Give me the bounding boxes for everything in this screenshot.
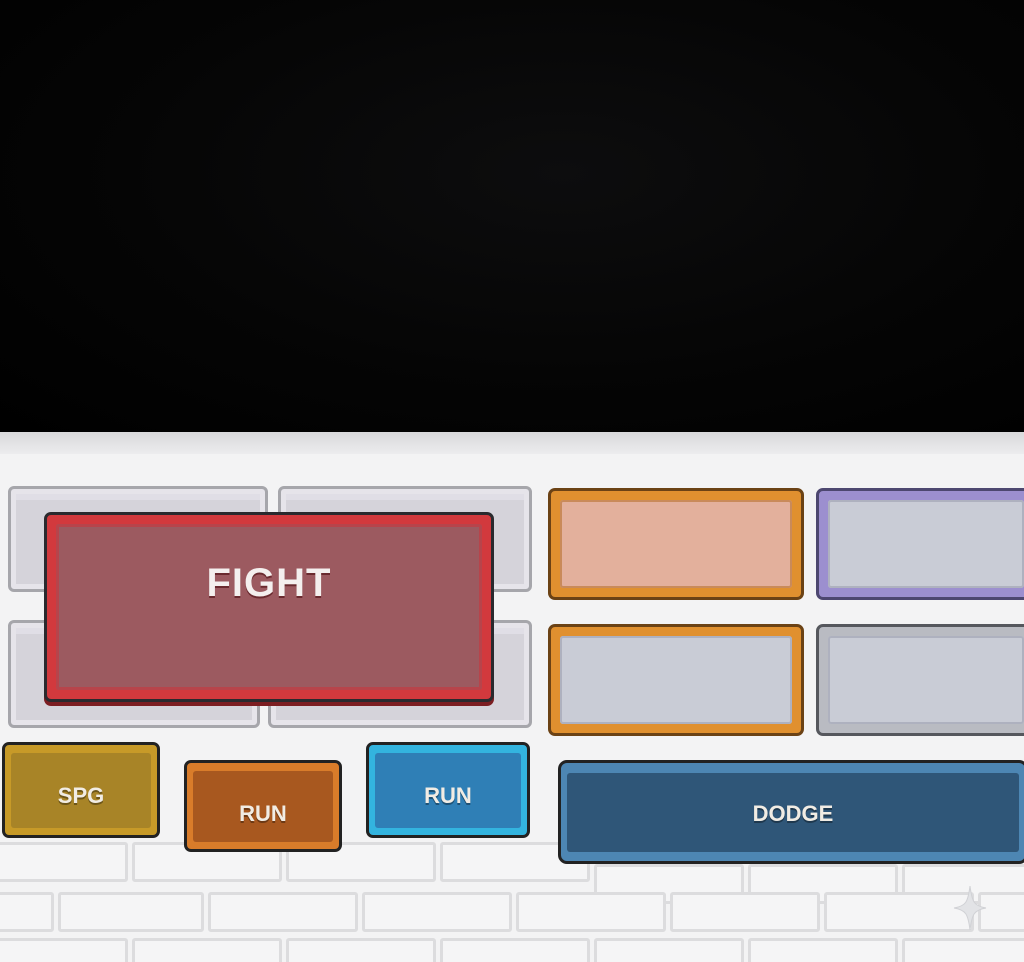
brick <box>748 938 898 962</box>
run-blue-label: RUN <box>424 783 472 808</box>
brick <box>516 892 666 932</box>
run-button-orange[interactable]: RUN <box>184 760 342 852</box>
panel-top-edge <box>0 432 1024 454</box>
spg-button[interactable]: SPG <box>2 742 160 838</box>
brick <box>362 892 512 932</box>
sparkle-icon <box>953 885 987 931</box>
run-orange-label: RUN <box>239 801 287 826</box>
brick <box>286 938 436 962</box>
skill-slot-orange-bottom[interactable] <box>548 624 804 736</box>
skill-slot-face <box>560 500 792 588</box>
fight-button-face <box>56 524 482 690</box>
brick <box>0 842 128 882</box>
brick <box>440 938 590 962</box>
skill-slot-face <box>828 500 1024 588</box>
skill-slot-purple-top[interactable] <box>816 488 1024 600</box>
action-panel: FIGHT SPG RUN RUN DODGE <box>0 432 1024 962</box>
fight-label: FIGHT <box>206 561 332 605</box>
skill-slot-face <box>828 636 1024 724</box>
brick <box>670 892 820 932</box>
brick <box>0 938 128 962</box>
dodge-button[interactable]: DODGE <box>558 760 1024 864</box>
brick <box>132 938 282 962</box>
brick <box>58 892 204 932</box>
brick <box>208 892 358 932</box>
brick <box>594 938 744 962</box>
brick <box>902 938 1024 962</box>
spg-label: SPG <box>57 783 105 808</box>
dodge-label: DODGE <box>752 801 834 826</box>
game-viewport <box>0 0 1024 432</box>
skill-slot-grey-bottom[interactable] <box>816 624 1024 736</box>
skill-slot-orange-top[interactable] <box>548 488 804 600</box>
skill-slot-face <box>560 636 792 724</box>
run-button-blue[interactable]: RUN <box>366 742 530 838</box>
fight-button[interactable]: FIGHT <box>44 512 494 702</box>
brick <box>0 892 54 932</box>
